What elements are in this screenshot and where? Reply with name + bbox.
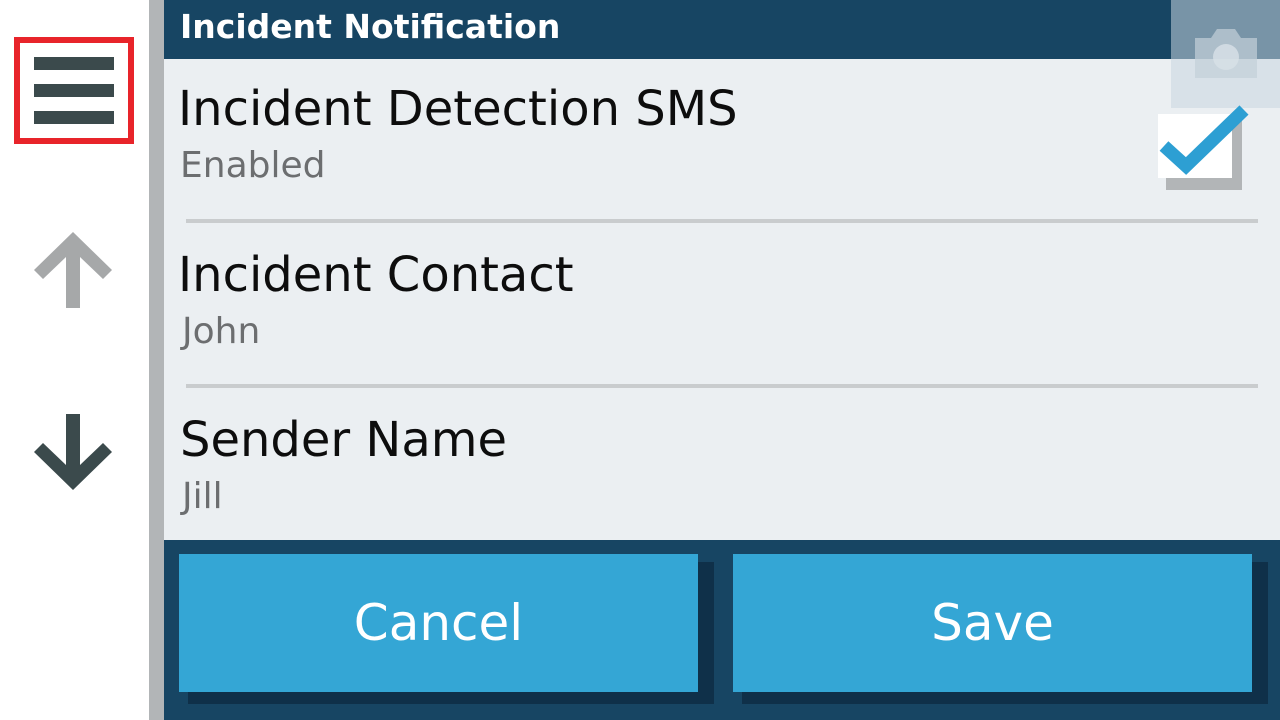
cancel-button[interactable]: Cancel [179, 554, 698, 692]
save-button[interactable]: Save [733, 554, 1252, 692]
incident-sms-checkbox[interactable] [1158, 104, 1254, 190]
title-bar: Incident Notification [164, 0, 1280, 59]
setting-value: Jill [182, 476, 223, 517]
arrow-down-icon [34, 414, 112, 490]
setting-label: Sender Name [180, 412, 508, 468]
scroll-down-button[interactable] [30, 408, 116, 494]
action-bar: Cancel Save [164, 540, 1280, 720]
setting-row-incident-sms[interactable]: Incident Detection SMS Enabled [164, 59, 1280, 223]
scroll-up-button[interactable] [30, 228, 116, 314]
page-title: Incident Notification [180, 7, 561, 46]
checkmark-icon [1158, 105, 1249, 190]
setting-value: Enabled [180, 145, 326, 186]
setting-row-incident-contact[interactable]: Incident Contact John [164, 223, 1280, 387]
setting-label: Incident Detection SMS [178, 81, 738, 137]
settings-panel: Incident Notification Incident Detection… [164, 0, 1280, 720]
hamburger-menu-icon [34, 57, 114, 124]
menu-button[interactable] [14, 37, 134, 144]
setting-row-sender-name[interactable]: Sender Name Jill [164, 388, 1280, 540]
setting-value: John [182, 311, 261, 352]
rail-divider [149, 0, 164, 720]
arrow-up-icon [34, 232, 112, 308]
nav-rail [0, 0, 149, 720]
setting-label: Incident Contact [178, 247, 574, 303]
